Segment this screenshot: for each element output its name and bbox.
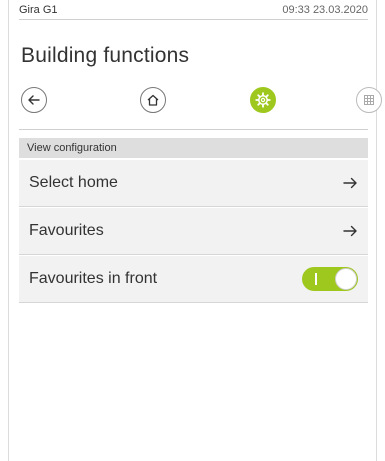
list-item-label: Select home — [29, 174, 118, 191]
list-item-select-home[interactable]: Select home — [19, 160, 368, 207]
list-item-favourites-in-front: Favourites in front — [19, 256, 368, 303]
toggle-knob — [335, 268, 357, 290]
list-item-favourites[interactable]: Favourites — [19, 208, 368, 255]
settings-gear-icon — [255, 92, 271, 108]
back-arrow-icon — [28, 95, 40, 105]
settings-button[interactable] — [250, 87, 276, 113]
divider — [19, 129, 368, 130]
device-screen: Gira G1 09:33 23.03.2020 Building functi… — [8, 0, 382, 461]
nav-bar — [19, 87, 382, 117]
arrow-right-icon — [342, 224, 358, 238]
back-button[interactable] — [21, 87, 47, 113]
list-item-label: Favourites — [29, 222, 104, 239]
arrow-right-icon — [342, 176, 358, 190]
home-button[interactable] — [140, 87, 166, 113]
grid-button[interactable] — [356, 87, 382, 113]
page-title: Building functions — [21, 44, 190, 67]
status-bar: Gira G1 09:33 23.03.2020 — [9, 0, 376, 20]
list-item-label: Favourites in front — [29, 270, 158, 287]
favourites-in-front-toggle[interactable] — [302, 267, 358, 291]
toggle-on-mark — [315, 273, 317, 285]
section-header: View configuration — [19, 138, 368, 158]
divider — [19, 19, 368, 20]
device-name: Gira G1 — [19, 4, 58, 16]
home-icon — [147, 94, 159, 106]
grid-icon — [364, 95, 374, 105]
datetime: 09:33 23.03.2020 — [282, 4, 368, 16]
